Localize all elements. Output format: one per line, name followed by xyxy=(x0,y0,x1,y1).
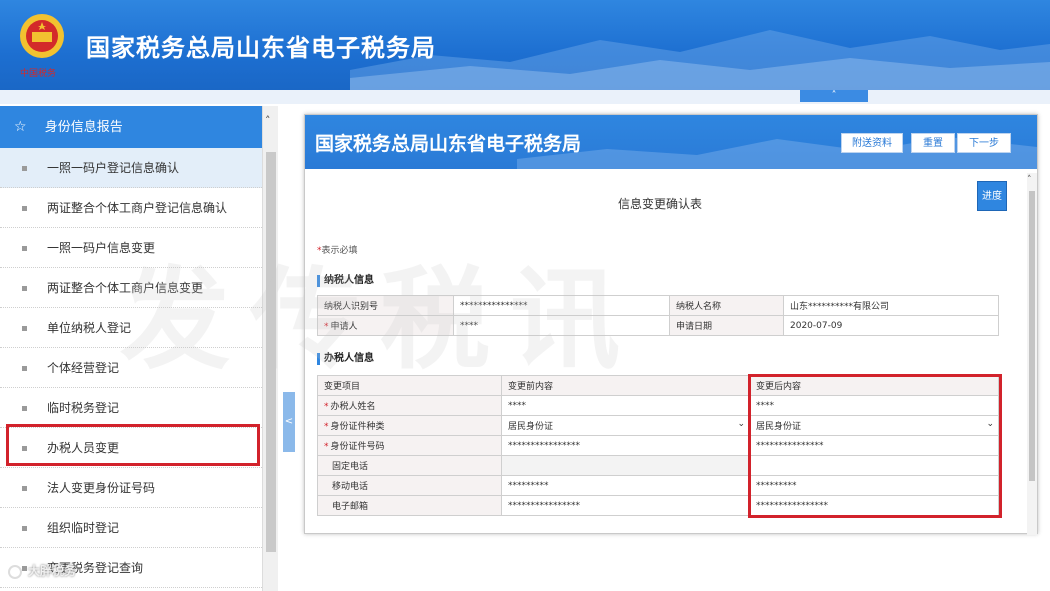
chevron-up-icon: ˄ xyxy=(831,90,837,101)
panel-scrollbar[interactable]: ˄ xyxy=(1027,173,1037,535)
bullet-icon xyxy=(22,206,27,211)
sidebar-toggle-button[interactable]: < xyxy=(283,392,295,452)
panel-title: 国家税务总局山东省电子税务局 xyxy=(315,133,582,155)
panel-header: 国家税务总局山东省电子税务局 附送资料 重置 下一步 xyxy=(305,115,1037,169)
header-strip xyxy=(0,90,1050,104)
sidebar-scrollbar[interactable]: ˄ xyxy=(262,106,278,591)
taxpayer-name-label: 纳税人名称 xyxy=(669,295,784,316)
taxpayer-name-value: 山东**********有限公司 xyxy=(783,295,999,316)
credit-text: 大胖税务 xyxy=(28,564,77,578)
required-star-icon: * xyxy=(324,322,329,332)
sidebar-item-temporary[interactable]: 临时税务登记 xyxy=(0,388,262,428)
row-item: 移动电话 xyxy=(317,475,502,496)
next-step-button[interactable]: 下一步 xyxy=(957,133,1011,153)
row-before: **** xyxy=(501,395,750,416)
row-before: **************** xyxy=(501,435,750,456)
row-before: **************** xyxy=(501,495,750,516)
svg-text:中国税务: 中国税务 xyxy=(20,67,56,79)
sidebar-item-confirm-individual[interactable]: 两证整合个体工商户登记信息确认 xyxy=(0,188,262,228)
chevron-up-icon[interactable]: ˄ xyxy=(1027,175,1032,185)
taxpayer-id-value: *************** xyxy=(453,295,670,316)
taxpayer-section-title: 纳税人信息 xyxy=(317,275,374,287)
row-item: * 身份证件种类 xyxy=(317,415,502,436)
required-note: *表示必填 xyxy=(317,243,358,256)
row-item-text: 办税人姓名 xyxy=(330,402,376,412)
sidebar-item-label: 两证整合个体工商户信息变更 xyxy=(47,281,204,295)
scrollbar-thumb[interactable] xyxy=(1029,191,1035,481)
chevron-down-icon: ⌄ xyxy=(737,419,745,429)
sidebar-item-label: 两证整合个体工商户登记信息确认 xyxy=(47,201,228,215)
sidebar-item-legal-id-change[interactable]: 法人变更身份证号码 xyxy=(0,468,262,508)
sidebar-item-label: 法人变更身份证号码 xyxy=(47,481,156,495)
id-type-before-select: 居民身份证 ⌄ xyxy=(501,415,750,436)
applicant-label: * 申请人 xyxy=(317,315,454,336)
select-value: 居民身份证 xyxy=(508,422,554,432)
column-header-item: 变更项目 xyxy=(317,375,502,396)
bullet-icon xyxy=(22,166,27,171)
highlight-box xyxy=(748,374,1002,518)
collapse-header-button[interactable]: ˄ xyxy=(800,90,868,102)
sidebar-item-label: 单位纳税人登记 xyxy=(47,321,132,335)
required-note-text: 表示必填 xyxy=(321,246,358,256)
column-header-before: 变更前内容 xyxy=(501,375,750,396)
highlight-box xyxy=(6,424,260,466)
required-star-icon: * xyxy=(324,422,329,432)
sidebar-item-change-individual[interactable]: 两证整合个体工商户信息变更 xyxy=(0,268,262,308)
applicant-label-text: 申请人 xyxy=(330,322,358,332)
sidebar-item-label: 一照一码户信息变更 xyxy=(47,241,156,255)
credit-watermark: 大胖税务 xyxy=(8,562,76,579)
bullet-icon xyxy=(22,366,27,371)
bullet-icon xyxy=(22,406,27,411)
sidebar-item-confirm-unified[interactable]: 一照一码户登记信息确认 xyxy=(0,148,262,188)
credit-logo-icon xyxy=(8,564,22,579)
sidebar-item-label: 临时税务登记 xyxy=(47,401,120,415)
apply-date-label: 申请日期 xyxy=(669,315,784,336)
sidebar-section-title: 身份信息报告 xyxy=(44,120,123,135)
bullet-icon xyxy=(22,286,27,291)
row-item-text: 身份证件号码 xyxy=(330,442,385,452)
attach-documents-button[interactable]: 附送资料 xyxy=(841,133,903,153)
row-item-text: 身份证件种类 xyxy=(330,422,385,432)
taxpayer-table: 纳税人识别号 *************** 纳税人名称 山东*********… xyxy=(317,295,999,336)
form-title: 信息变更确认表 xyxy=(617,197,702,211)
required-star-icon: * xyxy=(324,402,329,412)
row-item: 固定电话 xyxy=(317,455,502,476)
scrollbar-thumb[interactable] xyxy=(266,152,276,552)
star-icon: ☆ xyxy=(14,119,27,135)
taxpayer-id-label: 纳税人识别号 xyxy=(317,295,454,316)
row-item: 电子邮箱 xyxy=(317,495,502,516)
bullet-icon xyxy=(22,246,27,251)
apply-date-value: 2020-07-09 xyxy=(783,315,999,336)
tax-emblem-icon: 中国税务 xyxy=(20,14,64,79)
sidebar-item-label: 组织临时登记 xyxy=(47,521,120,535)
chevron-left-icon: < xyxy=(284,416,294,427)
sidebar-item-individual-business[interactable]: 个体经营登记 xyxy=(0,348,262,388)
agent-section-title: 办税人信息 xyxy=(317,353,374,365)
bullet-icon xyxy=(22,326,27,331)
reset-button[interactable]: 重置 xyxy=(911,133,955,153)
row-item: * 身份证件号码 xyxy=(317,435,502,456)
site-title: 国家税务总局山东省电子税务局 xyxy=(86,34,436,62)
sidebar-section-header[interactable]: ☆ 身份信息报告 xyxy=(0,106,262,148)
bullet-icon xyxy=(22,486,27,491)
row-item: * 办税人姓名 xyxy=(317,395,502,416)
sidebar-item-unit-taxpayer[interactable]: 单位纳税人登记 xyxy=(0,308,262,348)
required-star-icon: * xyxy=(324,442,329,452)
table-row: * 申请人 **** 申请日期 2020-07-09 xyxy=(317,315,999,336)
sidebar-item-org-temporary[interactable]: 组织临时登记 xyxy=(0,508,262,548)
row-before xyxy=(501,455,750,476)
chevron-up-icon[interactable]: ˄ xyxy=(265,114,271,127)
mountains-graphic xyxy=(350,30,1050,90)
applicant-value: **** xyxy=(453,315,670,336)
sidebar-item-label: 一照一码户登记信息确认 xyxy=(47,161,180,175)
bullet-icon xyxy=(22,526,27,531)
sidebar-item-label: 个体经营登记 xyxy=(47,361,120,375)
table-row: 纳税人识别号 *************** 纳税人名称 山东*********… xyxy=(317,295,999,316)
sidebar-item-change-unified[interactable]: 一照一码户信息变更 xyxy=(0,228,262,268)
sidebar: ☆ 身份信息报告 一照一码户登记信息确认 两证整合个体工商户登记信息确认 一照一… xyxy=(0,106,278,591)
row-before: ********* xyxy=(501,475,750,496)
site-header: 中国税务 国家税务总局山东省电子税务局 xyxy=(0,0,1050,90)
